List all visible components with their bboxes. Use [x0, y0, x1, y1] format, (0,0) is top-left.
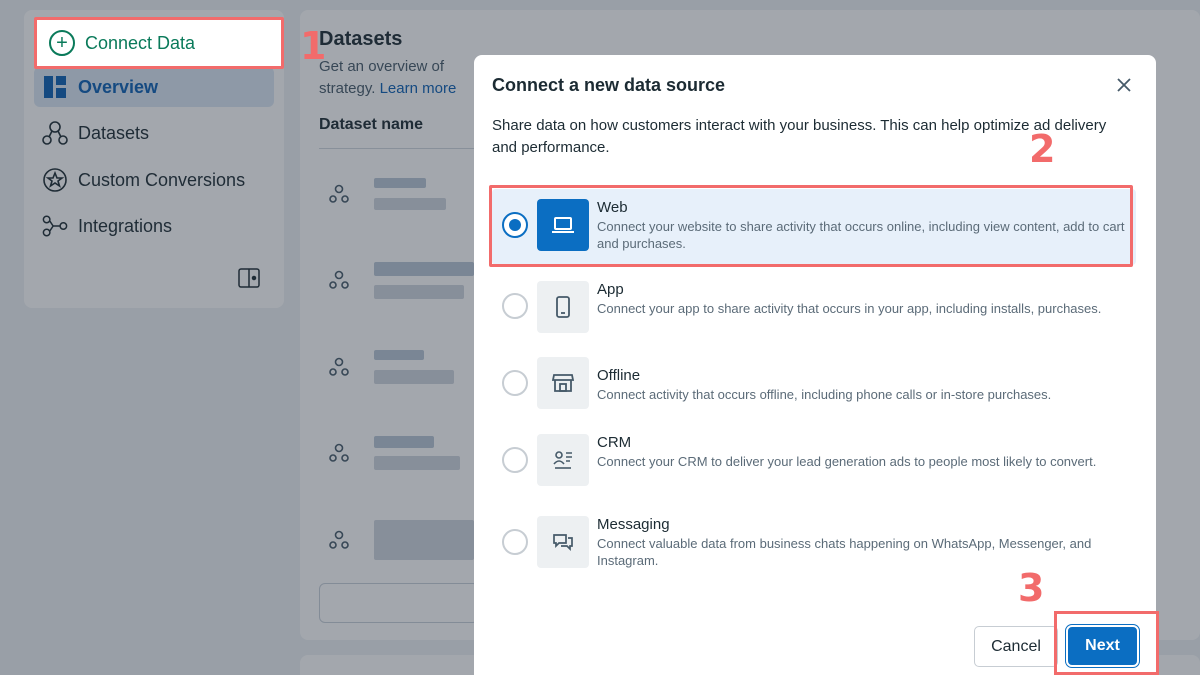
close-icon[interactable] — [1114, 75, 1134, 95]
option-description: Connect valuable data from business chat… — [597, 536, 1092, 568]
step-annotation-1: 1 — [300, 24, 327, 68]
storefront-icon — [537, 357, 589, 409]
radio-offline[interactable] — [502, 370, 528, 396]
connect-data-label: Connect Data — [85, 32, 196, 53]
radio-messaging[interactable] — [502, 529, 528, 555]
dialog-description: Share data on how customers interact wit… — [492, 117, 1107, 156]
option-description: Connect activity that occurs offline, in… — [597, 387, 1052, 402]
crm-icon — [537, 434, 589, 486]
option-app[interactable]: App Connect your app to share activity t… — [492, 269, 1136, 345]
chat-icon — [537, 516, 589, 568]
option-description: Connect your app to share activity that … — [597, 301, 1102, 316]
cancel-button[interactable]: Cancel — [974, 626, 1058, 667]
highlight-web-option — [489, 185, 1133, 267]
dialog-title: Connect a new data source — [492, 75, 726, 95]
option-name: Messaging — [597, 516, 670, 533]
step-annotation-3: 3 — [1018, 566, 1045, 610]
option-name: CRM — [597, 434, 632, 451]
radio-app[interactable] — [502, 293, 528, 319]
option-description: Connect your CRM to deliver your lead ge… — [597, 454, 1097, 469]
option-offline[interactable]: Offline Connect activity that occurs off… — [492, 349, 1136, 425]
connect-data-button[interactable]: + Connect Data — [34, 17, 284, 69]
step-annotation-2: 2 — [1029, 127, 1056, 171]
radio-crm[interactable] — [502, 447, 528, 473]
next-button[interactable]: Next — [1066, 625, 1139, 667]
phone-icon — [537, 281, 589, 333]
plus-circle-icon: + — [49, 30, 75, 56]
option-name: Offline — [597, 367, 641, 384]
option-name: App — [597, 281, 624, 298]
option-crm[interactable]: CRM Connect your CRM to deliver your lea… — [492, 425, 1136, 501]
